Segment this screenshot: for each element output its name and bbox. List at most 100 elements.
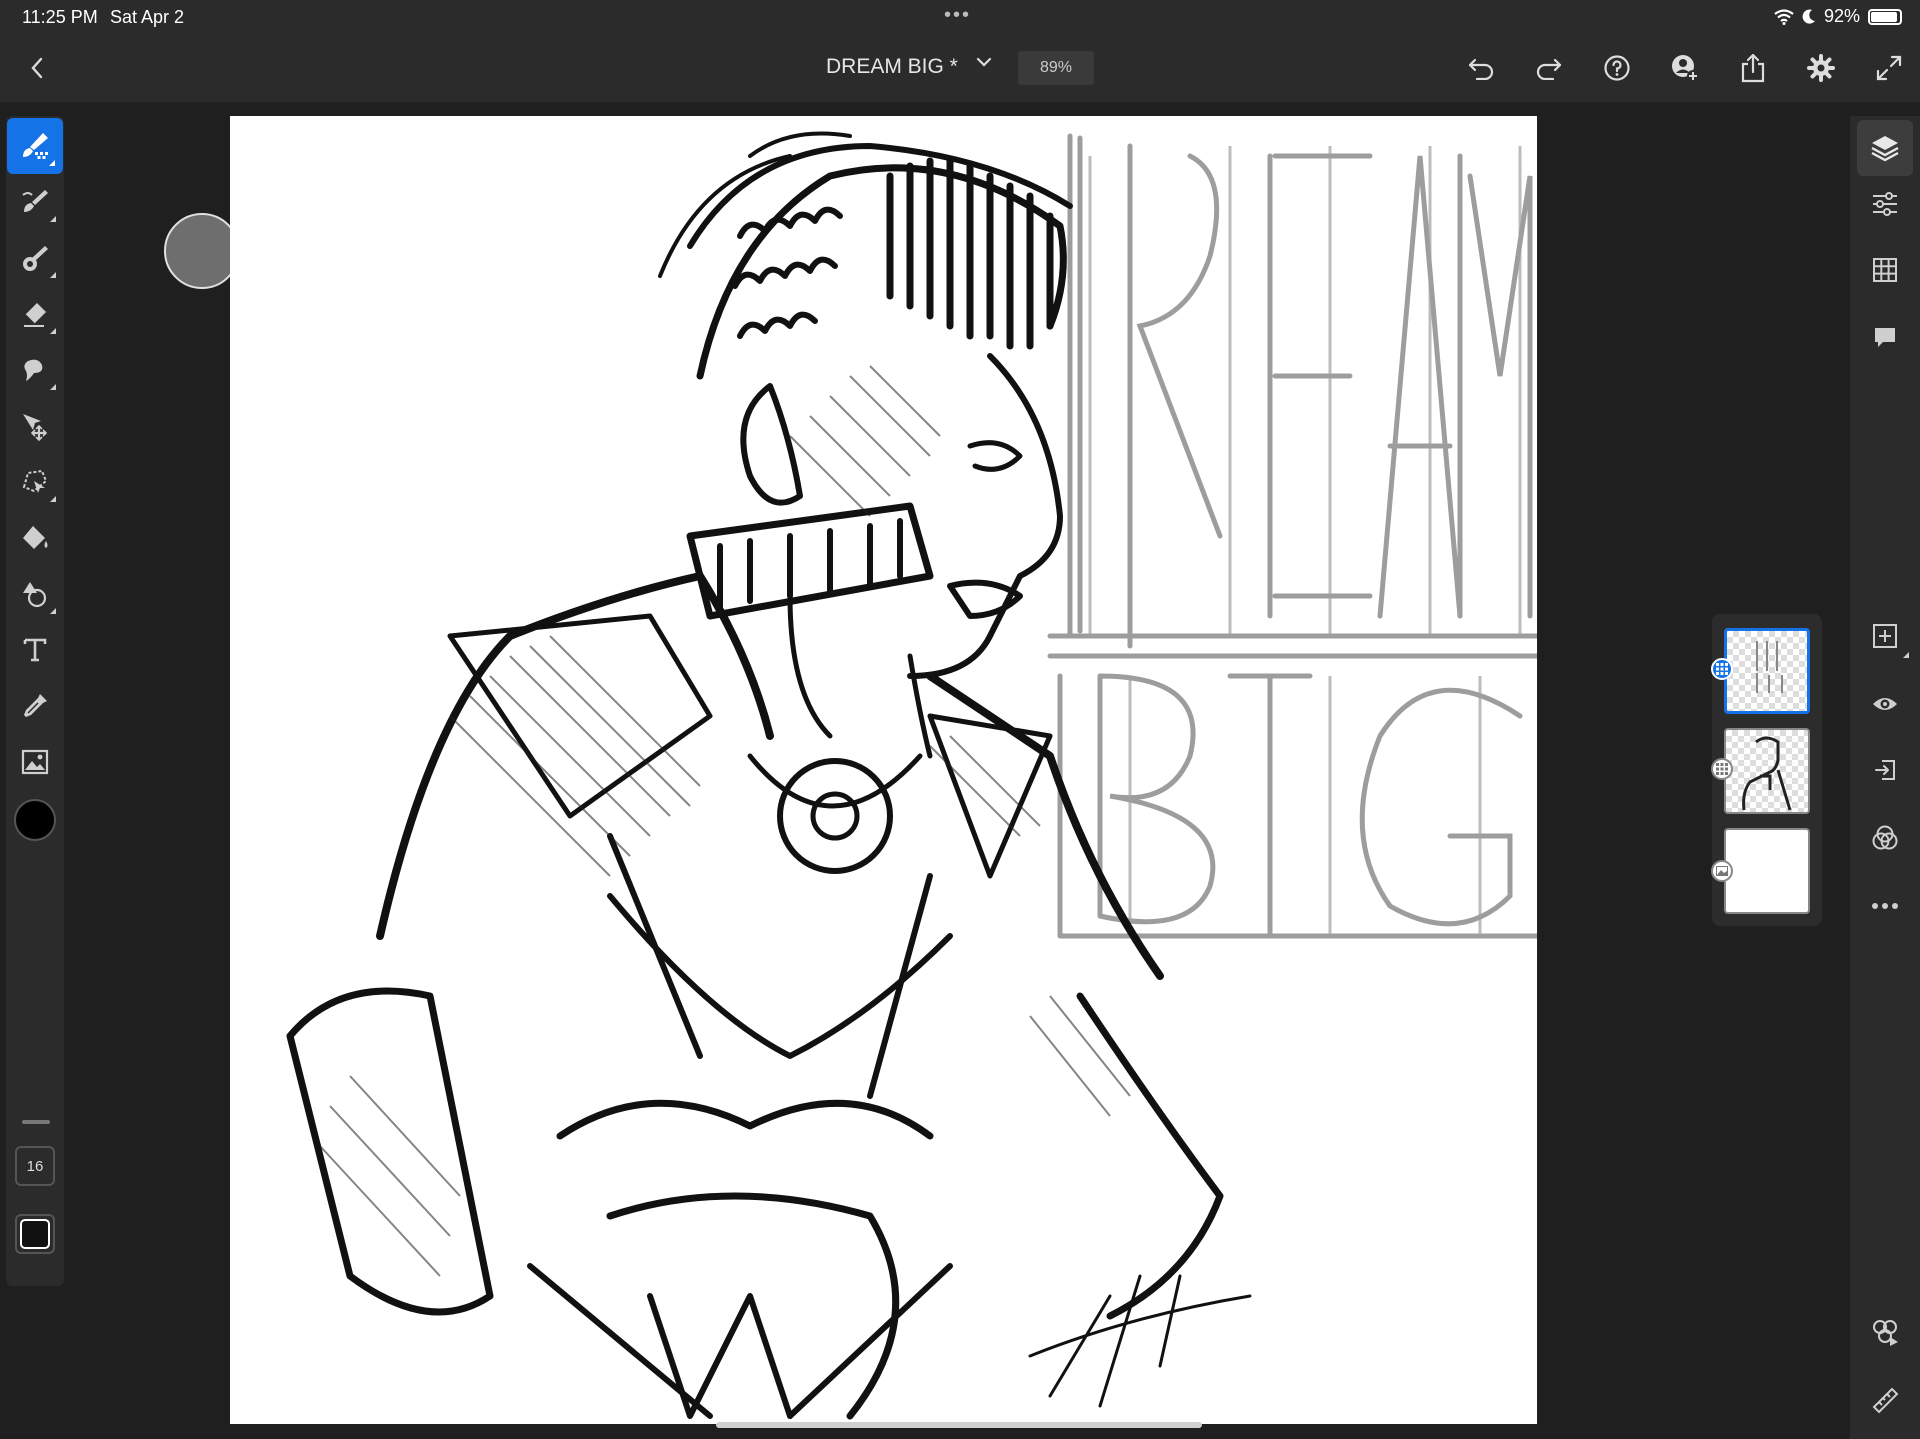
battery-percent: 92%: [1823, 6, 1860, 26]
mixer-brush-icon: [23, 246, 48, 271]
fill-button[interactable]: [6, 510, 64, 566]
visibility-icon: [1873, 698, 1897, 710]
more-icon: [1872, 903, 1898, 909]
fullscreen-icon: [1876, 55, 1902, 81]
layer-preview-figure: [1742, 736, 1792, 811]
status-bar: 11:25 PM Sat Apr 2 ••• 92%: [0, 0, 1920, 34]
layer-thumb-1[interactable]: [1724, 628, 1810, 714]
layer-preview-lettering: [1756, 641, 1783, 693]
mixer-brush-button[interactable]: [6, 230, 64, 286]
brush-tool-button[interactable]: [7, 118, 63, 174]
text-icon: [23, 638, 47, 662]
layer-properties-button[interactable]: [1857, 176, 1913, 232]
fill-icon: [23, 526, 48, 549]
liquify-button[interactable]: [6, 342, 64, 398]
more-button[interactable]: [1857, 878, 1913, 934]
import-button[interactable]: [1857, 742, 1913, 798]
document-title[interactable]: DREAM BIG *: [826, 55, 958, 79]
fullscreen-button[interactable]: [1870, 48, 1908, 88]
shape-button[interactable]: [6, 566, 64, 622]
artwork-canvas[interactable]: [230, 116, 1537, 1424]
status-time: 11:25 PM: [22, 7, 98, 27]
settings-icon: [1807, 54, 1835, 82]
color-swatch: [14, 799, 56, 841]
size-slider-handle[interactable]: [22, 1120, 50, 1124]
layer-type-badge-3: [1711, 860, 1733, 882]
eyedropper-button[interactable]: [6, 678, 64, 734]
battery-icon: [1868, 8, 1902, 25]
pixel-layer-icon: [1716, 763, 1728, 775]
help-icon: [1604, 55, 1630, 81]
smudge-tool-icon: [22, 190, 48, 212]
blend-modes-icon: [1872, 825, 1898, 850]
moon-icon: [1802, 9, 1815, 24]
opacity-swatch: [15, 1214, 55, 1254]
add-layer-button[interactable]: [1857, 608, 1913, 664]
chevron-down-icon: [976, 57, 992, 67]
place-image-icon: [21, 749, 49, 775]
chevron-left-icon: [31, 57, 43, 79]
title-dropdown-button[interactable]: [976, 48, 992, 74]
zoom-level[interactable]: 89%: [1018, 51, 1094, 85]
color-picker-button[interactable]: [6, 792, 64, 848]
grid-icon: [1873, 258, 1897, 282]
layers-icon: [1871, 136, 1899, 162]
transform-button[interactable]: [6, 398, 64, 454]
blend-modes-button[interactable]: [1857, 810, 1913, 866]
eraser-button[interactable]: [6, 286, 64, 342]
layer-type-badge-1: [1711, 658, 1733, 680]
grid-button[interactable]: [1857, 242, 1913, 298]
layer-properties-icon: [1873, 192, 1897, 216]
undo-icon: [1468, 58, 1494, 80]
right-toolbar: [1850, 116, 1920, 1439]
back-button[interactable]: [22, 48, 52, 88]
lasso-icon: [22, 469, 48, 493]
place-image-button[interactable]: [6, 734, 64, 790]
help-button[interactable]: [1598, 48, 1636, 88]
livestream-button[interactable]: [1857, 1304, 1913, 1360]
shape-icon: [23, 582, 47, 608]
liquify-icon: [24, 359, 43, 381]
multitasking-dots[interactable]: •••: [944, 4, 971, 27]
brush-cursor: [164, 213, 240, 289]
top-bar: DREAM BIG * 89%: [0, 34, 1920, 103]
comments-button[interactable]: [1857, 310, 1913, 366]
top-actions: [1462, 48, 1908, 88]
brush-size-button[interactable]: 16: [6, 1138, 64, 1194]
undo-button[interactable]: [1462, 48, 1500, 88]
lasso-button[interactable]: [6, 454, 64, 510]
opacity-button[interactable]: [6, 1206, 64, 1262]
layers-button[interactable]: [1857, 120, 1913, 176]
brush-size-value: 16: [15, 1146, 55, 1186]
image-layer-icon: [1716, 866, 1728, 876]
comments-icon: [1875, 328, 1895, 347]
smudge-tool-button[interactable]: [6, 174, 64, 230]
invite-button[interactable]: [1666, 48, 1704, 88]
wifi-icon: [1774, 8, 1794, 25]
layer-type-badge-2: [1711, 758, 1733, 780]
eraser-icon: [24, 303, 46, 327]
brush-tool-icon: [23, 133, 48, 159]
home-indicator[interactable]: [716, 1422, 1202, 1428]
transform-icon: [23, 414, 48, 442]
share-button[interactable]: [1734, 48, 1772, 88]
status-date: Sat Apr 2: [110, 7, 185, 27]
import-icon: [1875, 760, 1895, 780]
share-icon: [1741, 53, 1765, 83]
layer-thumb-2[interactable]: [1724, 728, 1810, 814]
left-toolbar: 16: [6, 116, 64, 1286]
eyedropper-icon: [24, 694, 47, 717]
invite-icon: [1672, 55, 1699, 82]
settings-button[interactable]: [1802, 48, 1840, 88]
status-indicators: 92%: [1774, 6, 1902, 27]
redo-button[interactable]: [1530, 48, 1568, 88]
ruler-icon: [1872, 1387, 1899, 1414]
add-layer-icon: [1873, 624, 1897, 648]
redo-icon: [1536, 58, 1562, 80]
pixel-layer-icon: [1716, 663, 1728, 675]
text-button[interactable]: [6, 622, 64, 678]
layer-thumb-3[interactable]: [1724, 828, 1810, 914]
visibility-button[interactable]: [1857, 676, 1913, 732]
ruler-button[interactable]: [1857, 1372, 1913, 1428]
layers-panel: [1711, 614, 1822, 926]
